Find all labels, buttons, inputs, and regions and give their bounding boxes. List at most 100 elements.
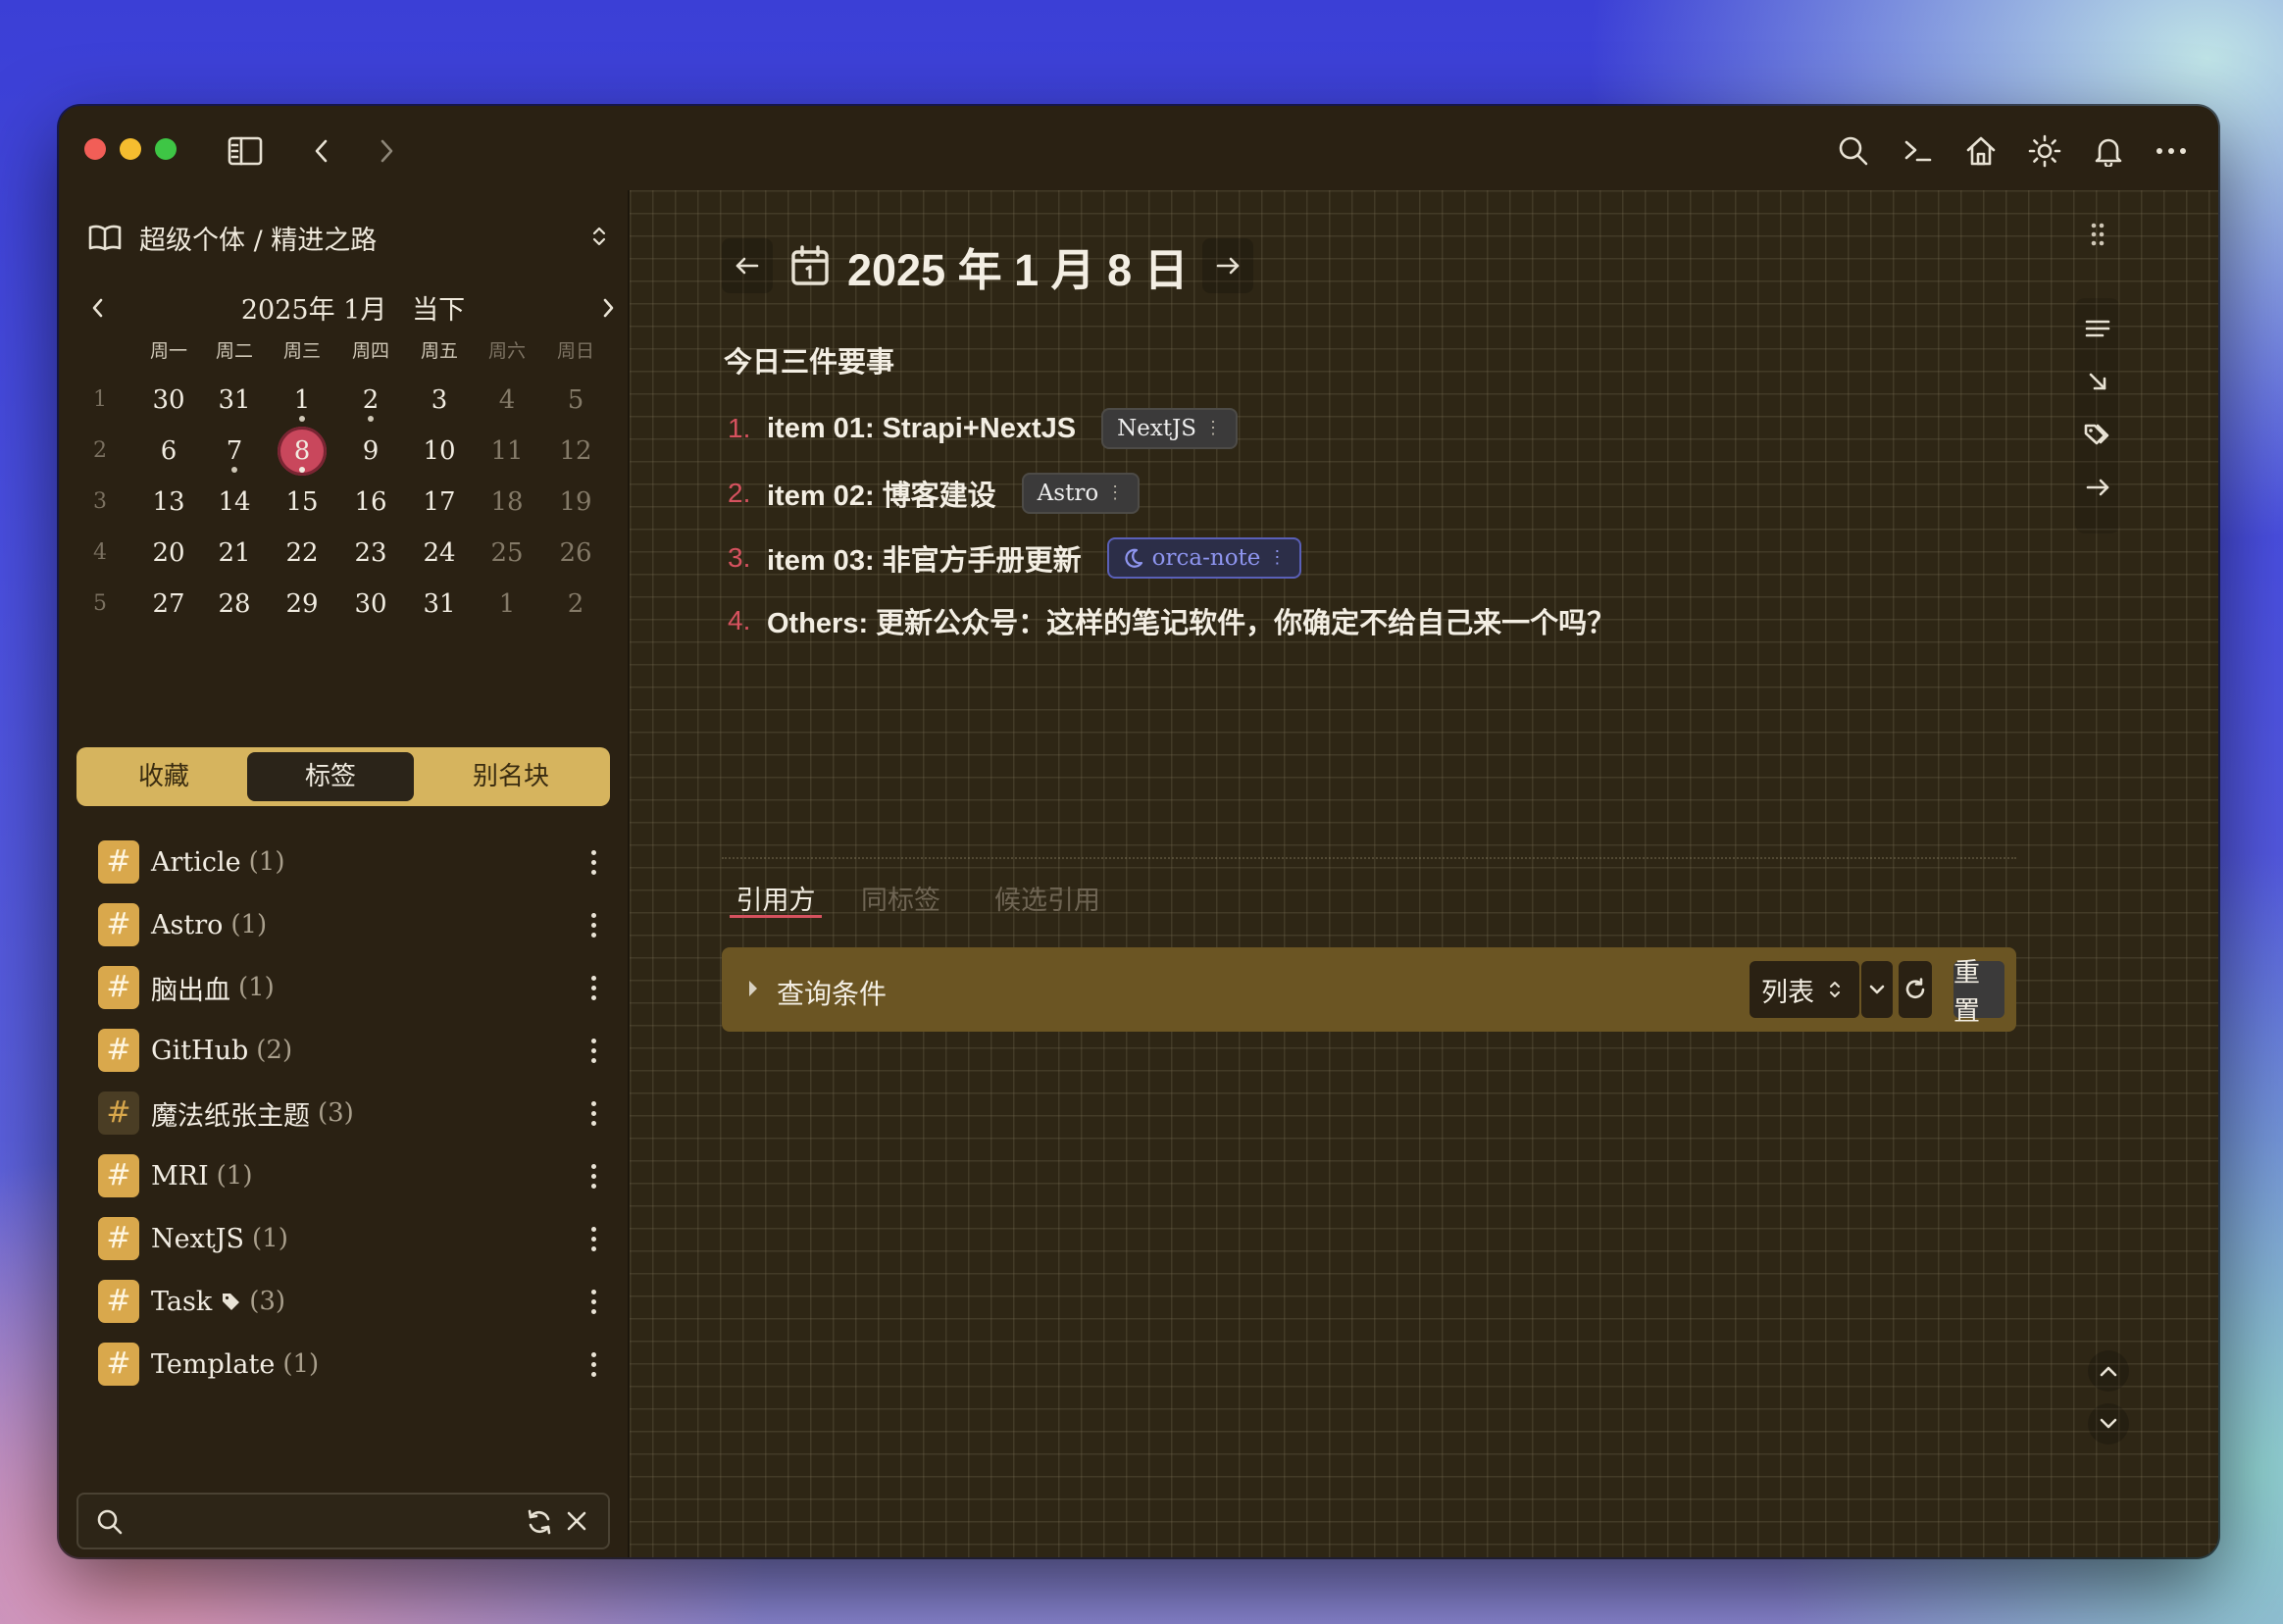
view-select[interactable]: 列表: [1750, 961, 1859, 1018]
calendar-day[interactable]: 14: [203, 477, 266, 528]
list-item[interactable]: 4. Others: 更新公众号：这样的笔记软件，你确定不给自己来一个吗？: [728, 596, 1615, 645]
tag-item[interactable]: # MRI (1): [98, 1151, 608, 1200]
tag-menu-icon[interactable]: [579, 968, 608, 1007]
list-item[interactable]: 3. item 03: 非官方手册更新 orca-note ⋮: [728, 533, 1302, 583]
clear-icon[interactable]: [565, 1509, 588, 1533]
tab-backlinks[interactable]: 引用方: [730, 879, 822, 918]
calendar-day[interactable]: 29: [271, 579, 333, 630]
tag-item[interactable]: # Template (1): [98, 1340, 608, 1389]
calendar-day[interactable]: 24: [408, 528, 471, 579]
outline-icon[interactable]: [2079, 310, 2116, 347]
tab-tags[interactable]: 标签: [247, 752, 414, 801]
list-text[interactable]: item 03: 非官方手册更新: [767, 537, 1082, 579]
calendar-day[interactable]: 18: [476, 477, 538, 528]
calendar-day[interactable]: 9: [339, 426, 402, 477]
tag-item[interactable]: # Astro (1): [98, 900, 608, 949]
query-label[interactable]: 查询条件: [777, 973, 887, 1012]
list-item[interactable]: 2. item 02: 博客建设 Astro ⋮: [728, 469, 1141, 518]
tag-menu-icon[interactable]: [579, 1219, 608, 1258]
calendar-day[interactable]: 10: [408, 426, 471, 477]
tags-icon[interactable]: [2079, 416, 2116, 453]
calendar-day[interactable]: 1: [476, 579, 538, 630]
calendar-day[interactable]: 22: [271, 528, 333, 579]
calendar-day[interactable]: 1: [271, 375, 333, 426]
maximize-light[interactable]: [155, 138, 177, 160]
list-text[interactable]: item 02: 博客建设: [767, 473, 996, 514]
list-text[interactable]: item 01: Strapi+NextJS: [767, 413, 1076, 445]
tag-search-input[interactable]: [137, 1504, 510, 1540]
sun-icon[interactable]: [2025, 131, 2064, 171]
tag-item[interactable]: # 脑出血 (1): [98, 963, 608, 1012]
calendar-day[interactable]: 19: [544, 477, 607, 528]
list-text[interactable]: Others: 更新公众号：这样的笔记软件，你确定不给自己来一个吗？: [767, 600, 1615, 641]
tag-item[interactable]: # Article (1): [98, 837, 608, 887]
tag-chip[interactable]: orca-note ⋮: [1106, 537, 1302, 579]
reset-button[interactable]: 重置: [1953, 958, 2004, 1027]
chevron-down-icon[interactable]: [1861, 961, 1893, 1018]
calendar-day[interactable]: 28: [203, 579, 266, 630]
tag-menu-icon[interactable]: [579, 905, 608, 944]
back-icon[interactable]: [302, 131, 341, 171]
calendar-day-today[interactable]: 8: [271, 426, 333, 477]
sidebar-toggle-icon[interactable]: [226, 131, 265, 171]
calendar-day[interactable]: 27: [137, 579, 200, 630]
tag-menu-icon[interactable]: [579, 1093, 608, 1133]
search-icon[interactable]: [1834, 131, 1873, 171]
calendar-day[interactable]: 13: [137, 477, 200, 528]
forward-icon[interactable]: [367, 131, 406, 171]
drag-handle-icon[interactable]: [2079, 216, 2116, 253]
caret-right-icon[interactable]: [747, 979, 759, 998]
tab-favorites[interactable]: 收藏: [82, 752, 245, 801]
calendar-day[interactable]: 2: [544, 579, 607, 630]
refresh-icon[interactable]: [1899, 961, 1932, 1018]
tag-item[interactable]: # GitHub (2): [98, 1026, 608, 1075]
calendar-day[interactable]: 3: [408, 375, 471, 426]
calendar-day[interactable]: 25: [476, 528, 538, 579]
next-day-button[interactable]: [1201, 238, 1253, 293]
calendar-day[interactable]: 4: [476, 375, 538, 426]
home-icon[interactable]: [1961, 131, 2001, 171]
calendar-day[interactable]: 31: [408, 579, 471, 630]
calendar-day[interactable]: 31: [203, 375, 266, 426]
calendar-day[interactable]: 17: [408, 477, 471, 528]
tag-menu-icon[interactable]: [579, 1031, 608, 1070]
bell-icon[interactable]: [2089, 131, 2128, 171]
calendar-day[interactable]: 21: [203, 528, 266, 579]
calendar-day[interactable]: 26: [544, 528, 607, 579]
tag-item[interactable]: # NextJS (1): [98, 1214, 608, 1263]
close-light[interactable]: [84, 138, 106, 160]
tag-search-field[interactable]: [76, 1493, 610, 1549]
calendar-day[interactable]: 23: [339, 528, 402, 579]
more-icon[interactable]: [2152, 131, 2191, 171]
calendar-day[interactable]: 30: [137, 375, 200, 426]
tab-candidate-refs[interactable]: 候选引用: [994, 879, 1100, 918]
calendar-day[interactable]: 5: [544, 375, 607, 426]
tag-item[interactable]: # Task (3): [98, 1277, 608, 1326]
minimize-light[interactable]: [120, 138, 141, 160]
tag-chip[interactable]: Astro ⋮: [1021, 473, 1141, 514]
calendar-day[interactable]: 7: [203, 426, 266, 477]
calendar-day[interactable]: 2: [339, 375, 402, 426]
calendar-day[interactable]: 20: [137, 528, 200, 579]
calendar-day[interactable]: 6: [137, 426, 200, 477]
list-item[interactable]: 1. item 01: Strapi+NextJS NextJS ⋮: [728, 404, 1239, 453]
calendar-day[interactable]: 16: [339, 477, 402, 528]
arrow-right-icon[interactable]: [2079, 469, 2116, 506]
scroll-up-icon[interactable]: [2088, 1350, 2129, 1392]
calendar-day[interactable]: 11: [476, 426, 538, 477]
now-button[interactable]: 当下: [412, 295, 465, 325]
tag-chip[interactable]: NextJS ⋮: [1101, 408, 1239, 449]
tag-menu-icon[interactable]: [579, 1156, 608, 1195]
refresh-icon[interactable]: [526, 1508, 553, 1536]
tab-same-tags[interactable]: 同标签: [861, 879, 940, 918]
tag-item[interactable]: # 魔法纸张主题 (3): [98, 1089, 608, 1138]
workspace-selector[interactable]: 超级个体 / 精进之路: [88, 210, 618, 265]
tag-menu-icon[interactable]: [579, 1282, 608, 1321]
next-month-icon[interactable]: [588, 288, 628, 328]
tag-menu-icon[interactable]: [579, 842, 608, 882]
prev-day-button[interactable]: [722, 238, 773, 293]
scroll-down-icon[interactable]: [2088, 1403, 2129, 1445]
calendar-day[interactable]: 15: [271, 477, 333, 528]
arrow-down-right-icon[interactable]: [2079, 363, 2116, 400]
tag-menu-icon[interactable]: [579, 1345, 608, 1384]
